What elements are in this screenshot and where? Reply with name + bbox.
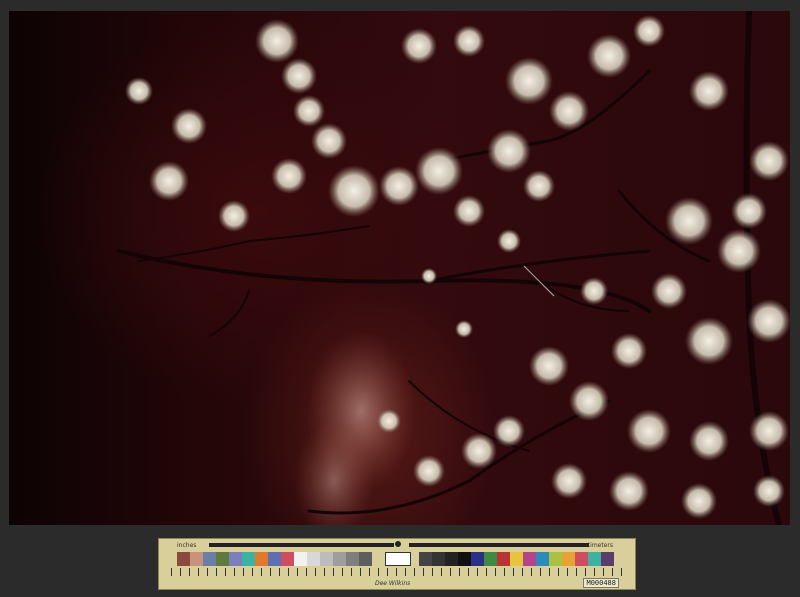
card-code: M000488 xyxy=(583,578,619,588)
grey-scale-ticks xyxy=(171,568,623,576)
color-calibration-card: inches centimeters Dee Wilkins M000488 xyxy=(158,538,636,590)
swatches-left xyxy=(177,552,372,566)
cm-ruler xyxy=(409,543,589,547)
registration-dot xyxy=(395,541,401,547)
inches-label: inches xyxy=(177,542,197,549)
swatches-right xyxy=(419,552,614,566)
photograph xyxy=(9,11,790,525)
blossom-branches xyxy=(117,11,790,525)
center-target xyxy=(385,552,411,566)
inch-ruler xyxy=(209,543,394,547)
brand-label: Dee Wilkins xyxy=(375,580,411,587)
